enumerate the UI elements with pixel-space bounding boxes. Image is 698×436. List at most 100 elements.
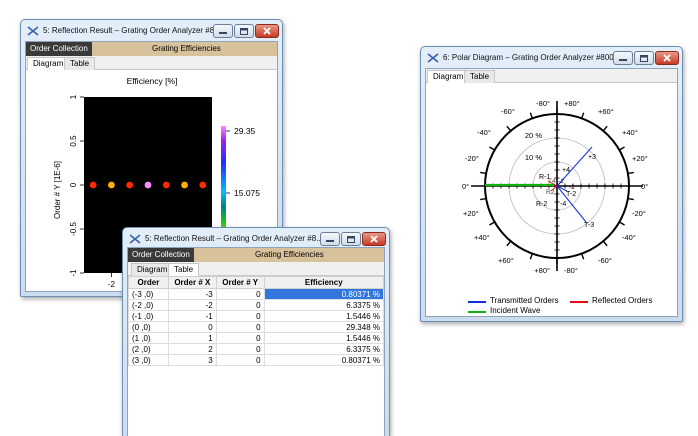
table-cell[interactable]: (3 ,0): [128, 354, 169, 366]
tab-diagram[interactable]: Diagram: [131, 263, 174, 276]
table-cell[interactable]: 29.348 %: [263, 321, 384, 333]
maximize-icon: [240, 27, 248, 35]
table-cell[interactable]: 0: [215, 354, 265, 366]
table-cell[interactable]: 0.80371 %: [263, 288, 384, 300]
table-cell[interactable]: (1 ,0): [128, 332, 169, 344]
efficiency-point: [181, 181, 188, 189]
table-cell[interactable]: 0: [215, 343, 265, 355]
angle-tick: [602, 125, 608, 132]
table-cell[interactable]: 1.5446 %: [263, 332, 384, 344]
window-title: 5: Reflection Result – Grating Order Ana…: [145, 234, 323, 243]
table-cell[interactable]: (2 ,0): [128, 343, 169, 355]
view-tabs: Diagram Table: [26, 56, 277, 71]
collection-strip: Order Collection Grating Efficiencies: [26, 42, 277, 56]
angle-tick: [529, 112, 534, 119]
table-row[interactable]: (2 ,0) 2 0 6.3375 %: [128, 343, 384, 355]
order-label: -1: [558, 178, 564, 185]
window-title: 5: Reflection Result – Grating Order Ana…: [43, 26, 221, 35]
close-button[interactable]: [255, 24, 279, 38]
tab-table[interactable]: Table: [64, 57, 96, 70]
title-bar[interactable]: 6: Polar Diagram – Grating Order Analyze…: [421, 47, 682, 69]
y-tick-label: -1: [69, 269, 78, 277]
legend-transmitted-swatch: [468, 301, 486, 303]
tab-diagram[interactable]: Diagram: [427, 70, 470, 84]
client-area: Order Collection Grating Efficiencies Di…: [127, 247, 385, 436]
minimize-button[interactable]: [213, 24, 233, 38]
maximize-button[interactable]: [234, 24, 254, 38]
angle-label-left: 0°: [462, 182, 469, 191]
table-cell[interactable]: 0: [215, 299, 265, 311]
minimize-button[interactable]: [613, 51, 633, 65]
table-cell[interactable]: 1.5446 %: [263, 310, 384, 322]
tab-table[interactable]: Table: [464, 70, 496, 83]
order-label: -4: [560, 201, 566, 208]
maximize-button[interactable]: [634, 51, 654, 65]
order-collection-tab[interactable]: Order Collection: [128, 248, 194, 262]
table-cell[interactable]: 1: [167, 332, 217, 344]
tab-table[interactable]: Table: [168, 263, 200, 277]
close-button[interactable]: [362, 232, 386, 246]
window-title: 6: Polar Diagram – Grating Order Analyze…: [443, 53, 614, 62]
table-row[interactable]: (-1 ,0) -1 0 1.5446 %: [128, 310, 384, 322]
close-icon: [370, 235, 378, 243]
table-cell[interactable]: 0: [215, 332, 265, 344]
angle-tick: [602, 240, 608, 247]
order-collection-tab[interactable]: Order Collection: [26, 42, 92, 56]
angle-tick: [480, 197, 487, 201]
table-cell[interactable]: -1: [167, 310, 217, 322]
legend-transmitted-label: Transmitted Orders: [490, 296, 559, 305]
order-label: R2: [546, 189, 555, 196]
order-label: +3: [588, 154, 596, 161]
tab-diagram[interactable]: Diagram: [27, 57, 70, 71]
reflection-table-window[interactable]: 5: Reflection Result – Grating Order Ana…: [122, 227, 390, 436]
table-cell[interactable]: 0.80371 %: [263, 354, 384, 366]
polar-diagram-window[interactable]: 6: Polar Diagram – Grating Order Analyze…: [420, 46, 683, 322]
close-button[interactable]: [655, 51, 679, 65]
table-cell[interactable]: 3: [167, 354, 217, 366]
order-label: R-2: [536, 201, 547, 208]
efficiency-point: [108, 181, 115, 189]
y-tick-label: 0.5: [69, 135, 78, 147]
angle-label-right: -20°: [632, 209, 646, 218]
table-cell[interactable]: 2: [167, 343, 217, 355]
table-row[interactable]: (3 ,0) 3 0 0.80371 %: [128, 354, 384, 366]
table-row[interactable]: (1 ,0) 1 0 1.5446 %: [128, 332, 384, 344]
column-header[interactable]: Order: [128, 276, 169, 289]
table-cell[interactable]: -3: [167, 288, 217, 300]
table-row[interactable]: (-2 ,0) -2 0 6.3375 %: [128, 299, 384, 311]
angle-label-right: 0°: [641, 182, 648, 191]
table-cell[interactable]: (-1 ,0): [128, 310, 169, 322]
x-tick-label: -2: [108, 280, 116, 289]
table-cell[interactable]: 0: [215, 321, 265, 333]
minimize-button[interactable]: [320, 232, 340, 246]
maximize-button[interactable]: [341, 232, 361, 246]
maximize-icon: [640, 54, 648, 62]
table-cell[interactable]: -2: [167, 299, 217, 311]
angle-label-bottom-right: -80°: [564, 266, 578, 275]
table-cell[interactable]: 6.3375 %: [263, 343, 384, 355]
app-icon: [27, 26, 39, 36]
order-label: +4: [562, 167, 570, 174]
section-label: Grating Efficiencies: [255, 250, 324, 259]
angle-label-right: +20°: [632, 154, 648, 163]
column-header[interactable]: Order # X: [167, 276, 217, 289]
table-row[interactable]: (0 ,0) 0 0 29.348 %: [128, 321, 384, 333]
table-cell[interactable]: (0 ,0): [128, 321, 169, 333]
table-cell[interactable]: 0: [215, 288, 265, 300]
minimize-icon: [326, 240, 334, 242]
angle-tick: [489, 146, 495, 151]
legend-reflected-label: Reflected Orders: [592, 296, 653, 305]
y-tick-label: 0: [69, 182, 78, 187]
table-cell[interactable]: (-3 ,0): [128, 288, 169, 300]
table-row[interactable]: (-3 ,0) -3 0 0.80371 %: [128, 288, 384, 300]
angle-tick: [480, 171, 487, 175]
column-header[interactable]: Efficiency: [263, 276, 384, 289]
table-cell[interactable]: 0: [215, 310, 265, 322]
table-cell[interactable]: 6.3375 %: [263, 299, 384, 311]
table-cell[interactable]: 0: [167, 321, 217, 333]
client-area: Diagram Table 20 % 10 % -80° +80° +80° -…: [425, 68, 678, 317]
table-cell[interactable]: (-2 ,0): [128, 299, 169, 311]
title-bar[interactable]: 5: Reflection Result – Grating Order Ana…: [21, 20, 282, 42]
column-header[interactable]: Order # Y: [215, 276, 265, 289]
polar-chart: 20 % 10 % -80° +80° +80° -80° -60° -40° …: [462, 99, 648, 275]
